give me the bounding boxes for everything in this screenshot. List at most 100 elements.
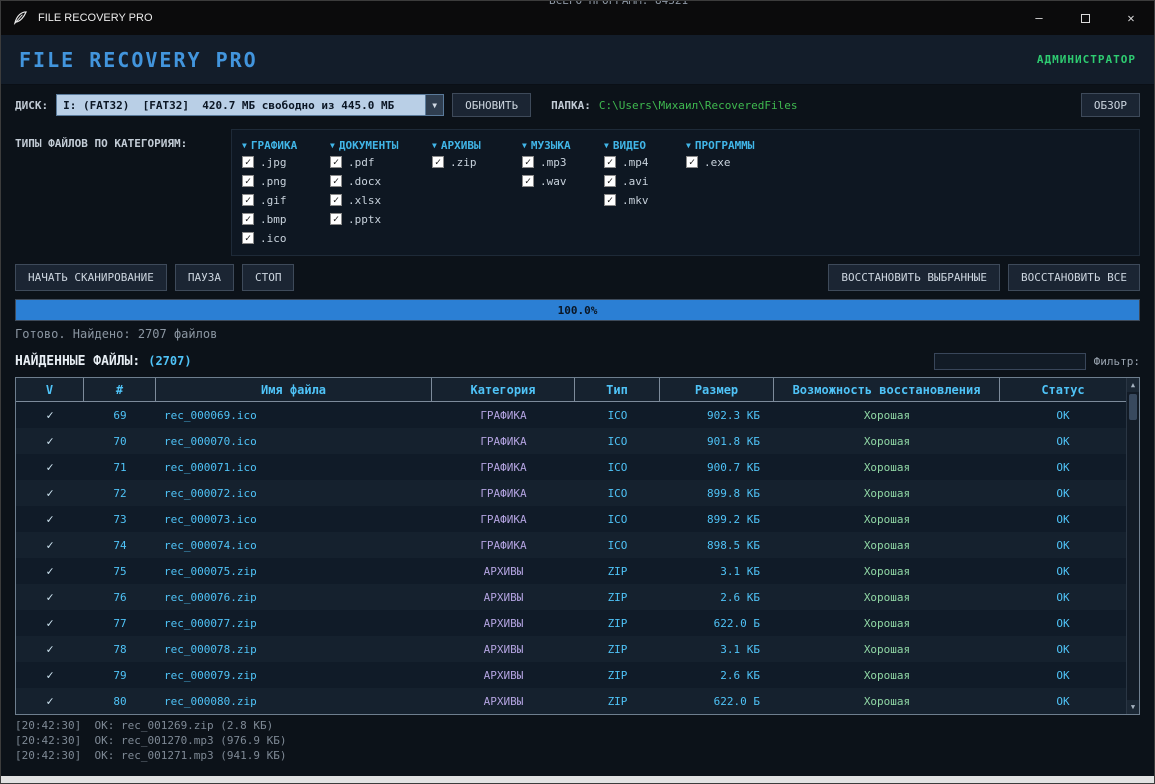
extension-checkbox-item[interactable]: ✓ .png (242, 174, 330, 188)
extension-checkbox-item[interactable]: ✓.ico (242, 231, 330, 245)
extension-checkbox-item[interactable]: ✓.docx (330, 174, 432, 188)
table-row[interactable]: ✓76rec_000076.zipАРХИВЫZIP2.6 КБХорошаяO… (16, 584, 1126, 610)
disk-combobox[interactable]: I: (FAT32) [FAT32] 420.7 МБ свободно из … (56, 94, 444, 116)
extension-checkbox-item[interactable]: ✓.pptx (330, 212, 432, 226)
category-header[interactable]: ▼ДОКУМЕНТЫ (330, 135, 432, 155)
checkbox-checked-icon[interactable]: ✓ (330, 175, 342, 187)
checkbox-checked-icon[interactable]: ✓ (242, 175, 254, 187)
checkbox-checked-icon[interactable]: ✓ (604, 156, 616, 168)
scroll-up-icon[interactable]: ▲ (1127, 378, 1139, 392)
checkbox-checked-icon[interactable]: ✓ (242, 194, 254, 206)
column-header[interactable]: Размер (660, 378, 774, 402)
row-checkbox[interactable]: ✓ (16, 480, 84, 506)
column-header[interactable]: Статус (1000, 378, 1126, 402)
table-row[interactable]: ✓72rec_000072.icoГРАФИКАICO899.8 КБХорош… (16, 480, 1126, 506)
extension-checkbox-item[interactable]: ✓.zip (432, 155, 522, 169)
row-checkbox[interactable]: ✓ (16, 532, 84, 558)
maximize-icon (1081, 14, 1090, 23)
close-button[interactable]: ✕ (1108, 1, 1154, 35)
category-header[interactable]: ▼ПРОГРАММЫ (686, 135, 796, 155)
extension-checkbox-item[interactable]: ✓.avi (604, 174, 686, 188)
scrollbar-thumb[interactable] (1129, 394, 1137, 420)
checkbox-checked-icon[interactable]: ✓ (330, 156, 342, 168)
recover-selected-button[interactable]: ВОССТАНОВИТЬ ВЫБРАННЫЕ (828, 264, 1000, 291)
extension-checkbox-item[interactable]: ✓.pdf (330, 155, 432, 169)
main-content: ДИСК: I: (FAT32) [FAT32] 420.7 МБ свобод… (1, 93, 1154, 763)
extension-checkbox-item[interactable]: ✓.gif (242, 193, 330, 207)
pause-button[interactable]: ПАУЗА (175, 264, 234, 291)
chevron-down-icon: ▼ (330, 141, 335, 150)
row-checkbox[interactable]: ✓ (16, 688, 84, 714)
start-scan-button[interactable]: НАЧАТЬ СКАНИРОВАНИЕ (15, 264, 167, 291)
column-header[interactable]: Тип (575, 378, 660, 402)
row-checkbox[interactable]: ✓ (16, 610, 84, 636)
cell-type: ICO (575, 454, 660, 480)
table-row[interactable]: ✓74rec_000074.icoГРАФИКАICO898.5 КБХорош… (16, 532, 1126, 558)
column-header[interactable]: V (16, 378, 84, 402)
chevron-down-icon[interactable]: ▼ (425, 95, 443, 115)
cell-category: ГРАФИКА (432, 480, 575, 506)
cell-number: 71 (84, 454, 156, 480)
extension-checkbox-item[interactable]: ✓.wav (522, 174, 604, 188)
refresh-button[interactable]: ОБНОВИТЬ (452, 93, 531, 117)
table-row[interactable]: ✓75rec_000075.zipАРХИВЫZIP3.1 КБХорошаяO… (16, 558, 1126, 584)
extension-label: .png (260, 175, 287, 188)
checkbox-checked-icon[interactable]: ✓ (330, 194, 342, 206)
checkbox-checked-icon[interactable]: ✓ (604, 194, 616, 206)
checkbox-checked-icon[interactable]: ✓ (242, 232, 254, 244)
cell-number: 77 (84, 610, 156, 636)
row-checkbox[interactable]: ✓ (16, 428, 84, 454)
extension-checkbox-item[interactable]: ✓.mp4 (604, 155, 686, 169)
row-checkbox[interactable]: ✓ (16, 584, 84, 610)
cell-recovery: Хорошая (774, 402, 1000, 428)
vertical-scrollbar[interactable]: ▲ ▼ (1126, 378, 1139, 714)
recover-all-button[interactable]: ВОССТАНОВИТЬ ВСЕ (1008, 264, 1140, 291)
table-row[interactable]: ✓73rec_000073.icoГРАФИКАICO899.2 КБХорош… (16, 506, 1126, 532)
extension-checkbox-item[interactable]: ✓.xlsx (330, 193, 432, 207)
column-header[interactable]: Возможность восстановления (774, 378, 1000, 402)
category-header[interactable]: ▼ГРАФИКА (242, 135, 330, 155)
checkbox-checked-icon[interactable]: ✓ (686, 156, 698, 168)
browse-button[interactable]: ОБЗОР (1081, 93, 1140, 117)
extension-checkbox-item[interactable]: ✓.mkv (604, 193, 686, 207)
cell-number: 70 (84, 428, 156, 454)
extension-checkbox-item[interactable]: ✓.mp3 (522, 155, 604, 169)
row-checkbox[interactable]: ✓ (16, 454, 84, 480)
column-header[interactable]: Категория (432, 378, 575, 402)
category-header[interactable]: ▼МУЗЫКА (522, 135, 604, 155)
extension-checkbox-item[interactable]: ✓.bmp (242, 212, 330, 226)
row-checkbox[interactable]: ✓ (16, 558, 84, 584)
table-row[interactable]: ✓69rec_000069.icoГРАФИКАICO902.3 КБХорош… (16, 402, 1126, 428)
table-row[interactable]: ✓79rec_000079.zipАРХИВЫZIP2.6 КБХорошаяO… (16, 662, 1126, 688)
row-checkbox[interactable]: ✓ (16, 506, 84, 532)
cell-number: 72 (84, 480, 156, 506)
table-row[interactable]: ✓80rec_000080.zipАРХИВЫZIP622.0 БХорошая… (16, 688, 1126, 714)
extension-checkbox-item[interactable]: ✓.exe (686, 155, 796, 169)
category-header[interactable]: ▼ВИДЕО (604, 135, 686, 155)
stop-button[interactable]: СТОП (242, 264, 295, 291)
table-row[interactable]: ✓70rec_000070.icoГРАФИКАICO901.8 КБХорош… (16, 428, 1126, 454)
column-header[interactable]: # (84, 378, 156, 402)
extension-checkbox-item[interactable]: ✓.jpg (242, 155, 330, 169)
checkbox-checked-icon[interactable]: ✓ (522, 156, 534, 168)
checkbox-checked-icon[interactable]: ✓ (330, 213, 342, 225)
table-row[interactable]: ✓77rec_000077.zipАРХИВЫZIP622.0 БХорошая… (16, 610, 1126, 636)
table-row[interactable]: ✓78rec_000078.zipАРХИВЫZIP3.1 КБХорошаяO… (16, 636, 1126, 662)
checkbox-checked-icon[interactable]: ✓ (242, 213, 254, 225)
filter-input[interactable] (934, 353, 1086, 370)
category-header[interactable]: ▼АРХИВЫ (432, 135, 522, 155)
minimize-button[interactable]: — (1016, 1, 1062, 35)
row-checkbox[interactable]: ✓ (16, 402, 84, 428)
results-table: V#Имя файлаКатегорияТипРазмерВозможность… (15, 377, 1140, 715)
filter-label: Фильтр: (1094, 355, 1140, 368)
column-header[interactable]: Имя файла (156, 378, 432, 402)
checkbox-checked-icon[interactable]: ✓ (522, 175, 534, 187)
row-checkbox[interactable]: ✓ (16, 662, 84, 688)
checkbox-checked-icon[interactable]: ✓ (604, 175, 616, 187)
maximize-button[interactable] (1062, 1, 1108, 35)
table-row[interactable]: ✓71rec_000071.icoГРАФИКАICO900.7 КБХорош… (16, 454, 1126, 480)
checkbox-checked-icon[interactable]: ✓ (432, 156, 444, 168)
checkbox-checked-icon[interactable]: ✓ (242, 156, 254, 168)
row-checkbox[interactable]: ✓ (16, 636, 84, 662)
scroll-down-icon[interactable]: ▼ (1127, 700, 1139, 714)
